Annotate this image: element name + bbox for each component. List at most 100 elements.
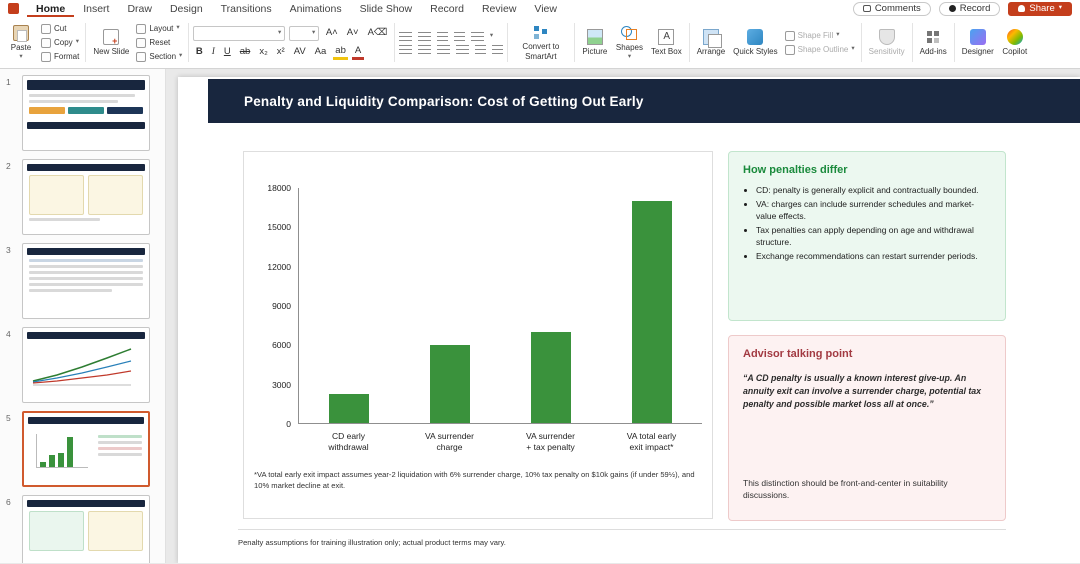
text-direction-button[interactable] xyxy=(492,45,503,54)
chevron-down-icon: ▾ xyxy=(1059,5,1062,12)
bar-chart[interactable]: 1800015000120009000600030000 CD earlywit… xyxy=(243,151,713,519)
tab-insert[interactable]: Insert xyxy=(74,0,118,17)
penalties-box[interactable]: How penalties differ CD: penalty is gene… xyxy=(728,151,1006,321)
share-button[interactable]: Share ▾ xyxy=(1008,2,1072,16)
superscript-button[interactable]: x² xyxy=(274,46,287,58)
tab-view[interactable]: View xyxy=(525,0,566,17)
thumb-preview xyxy=(22,75,150,151)
numbering-button[interactable] xyxy=(418,32,431,41)
thumb-preview xyxy=(22,243,150,319)
decrease-indent-button[interactable] xyxy=(437,32,448,41)
slide-number: 3 xyxy=(6,243,22,319)
strikethrough-button[interactable]: ab xyxy=(237,46,253,58)
layout-button[interactable]: Layout▾ xyxy=(134,24,184,34)
add-ins-button[interactable]: Add-ins xyxy=(917,28,950,57)
shapes-button[interactable]: Shapes▾ xyxy=(613,24,646,62)
quick-styles-button[interactable]: Quick Styles xyxy=(730,28,780,57)
tab-slide-show[interactable]: Slide Show xyxy=(351,0,422,17)
cut-icon xyxy=(41,24,51,34)
chart-bar-1[interactable] xyxy=(329,394,369,423)
sensitivity-button[interactable]: Sensitivity xyxy=(866,28,908,57)
add-ins-icon xyxy=(925,29,941,45)
bullets-button[interactable] xyxy=(399,32,412,41)
change-case-button[interactable]: Aa xyxy=(312,46,329,58)
tab-transitions[interactable]: Transitions xyxy=(212,0,281,17)
section-button[interactable]: Section▾ xyxy=(134,52,184,62)
slide-5[interactable]: Penalty and Liquidity Comparison: Cost o… xyxy=(178,77,1080,563)
chart-bar-2[interactable] xyxy=(430,345,470,423)
share-label: Share xyxy=(1029,3,1054,14)
chevron-down-icon: ▾ xyxy=(628,54,631,61)
shapes-icon xyxy=(621,25,637,41)
record-icon xyxy=(949,5,956,12)
chevron-down-icon: ▾ xyxy=(836,32,839,39)
font-size-select[interactable]: ▾ xyxy=(289,26,319,41)
increase-indent-button[interactable] xyxy=(454,32,465,41)
tab-record[interactable]: Record xyxy=(421,0,473,17)
shape-outline-button[interactable]: Shape Outline▾ xyxy=(783,45,857,55)
thumbnail-slide-5[interactable]: 5 xyxy=(6,411,165,487)
designer-button[interactable]: Designer xyxy=(959,28,997,57)
chart-bar-3[interactable] xyxy=(531,332,571,423)
paste-button[interactable]: Paste▾ xyxy=(5,24,37,62)
chevron-down-icon: ▾ xyxy=(176,25,179,32)
shape-fill-button[interactable]: Shape Fill▾ xyxy=(783,31,857,41)
decrease-font-button[interactable]: A˅ xyxy=(344,27,361,39)
increase-font-button[interactable]: A˄ xyxy=(323,27,340,39)
copilot-button[interactable]: Copilot xyxy=(999,28,1031,57)
title-bar: HomeInsertDrawDesignTransitionsAnimation… xyxy=(0,0,1080,17)
convert-smartart-button[interactable]: Convert to SmartArt xyxy=(512,23,570,61)
tab-design[interactable]: Design xyxy=(161,0,212,17)
tab-draw[interactable]: Draw xyxy=(118,0,161,17)
slide-canvas[interactable]: Penalty and Liquidity Comparison: Cost o… xyxy=(166,69,1080,563)
tab-home[interactable]: Home xyxy=(27,0,74,17)
align-center-button[interactable] xyxy=(418,45,431,54)
bold-button[interactable]: B xyxy=(193,46,205,58)
copy-button[interactable]: Copy▾ xyxy=(39,38,81,48)
line-spacing-button[interactable] xyxy=(471,32,484,41)
font-color-button[interactable]: A xyxy=(352,45,363,60)
thumbnail-slide-1[interactable]: 1 xyxy=(6,75,165,151)
columns-button[interactable] xyxy=(475,45,486,54)
advisor-box-title: Advisor talking point xyxy=(743,348,991,360)
thumbnail-slide-2[interactable]: 2 xyxy=(6,159,165,235)
thumbnail-slide-6[interactable]: 6 xyxy=(6,495,165,563)
record-button[interactable]: Record xyxy=(939,2,1001,16)
picture-icon xyxy=(587,29,603,45)
layout-icon xyxy=(136,24,146,34)
clear-formatting-button[interactable]: A⌫ xyxy=(365,27,390,39)
advisor-box[interactable]: Advisor talking point “A CD penalty is u… xyxy=(728,335,1006,521)
justify-button[interactable] xyxy=(456,45,469,54)
text-box-button[interactable]: Text Box xyxy=(648,28,685,57)
cut-button[interactable]: Cut xyxy=(39,24,81,34)
arrange-button[interactable]: Arrange xyxy=(694,28,728,57)
thumbnail-slide-4[interactable]: 4 xyxy=(6,327,165,403)
new-slide-button[interactable]: New Slide xyxy=(90,28,132,57)
underline-button[interactable]: U xyxy=(221,46,233,58)
align-left-button[interactable] xyxy=(399,45,412,54)
comments-button[interactable]: Comments xyxy=(853,2,931,16)
reset-button[interactable]: Reset xyxy=(134,38,184,48)
app-icon xyxy=(8,3,19,14)
picture-button[interactable]: Picture xyxy=(579,28,611,57)
tab-review[interactable]: Review xyxy=(473,0,525,17)
chart-bar-4[interactable] xyxy=(632,201,672,423)
slide-number: 6 xyxy=(6,495,22,563)
penalty-bullet: Exchange recommendations can restart sur… xyxy=(756,251,991,262)
thumbnail-slide-3[interactable]: 3 xyxy=(6,243,165,319)
reset-icon xyxy=(136,38,146,48)
tab-animations[interactable]: Animations xyxy=(281,0,351,17)
chart-plot xyxy=(298,188,702,424)
shape-fill-icon xyxy=(785,31,795,41)
character-spacing-button[interactable]: AV xyxy=(291,46,308,58)
subscript-button[interactable]: x₂ xyxy=(257,46,270,58)
font-name-select[interactable]: ▾ xyxy=(193,26,285,41)
italic-button[interactable]: I xyxy=(209,46,217,58)
slide-title: Penalty and Liquidity Comparison: Cost o… xyxy=(244,94,644,109)
mini-line-chart xyxy=(27,343,137,387)
penalty-bullet: Tax penalties can apply depending on age… xyxy=(756,225,991,248)
text-highlight-button[interactable]: ab xyxy=(333,45,349,60)
align-right-button[interactable] xyxy=(437,45,450,54)
slide-title-bar[interactable]: Penalty and Liquidity Comparison: Cost o… xyxy=(208,79,1080,123)
format-painter-button[interactable]: Format xyxy=(39,52,81,62)
